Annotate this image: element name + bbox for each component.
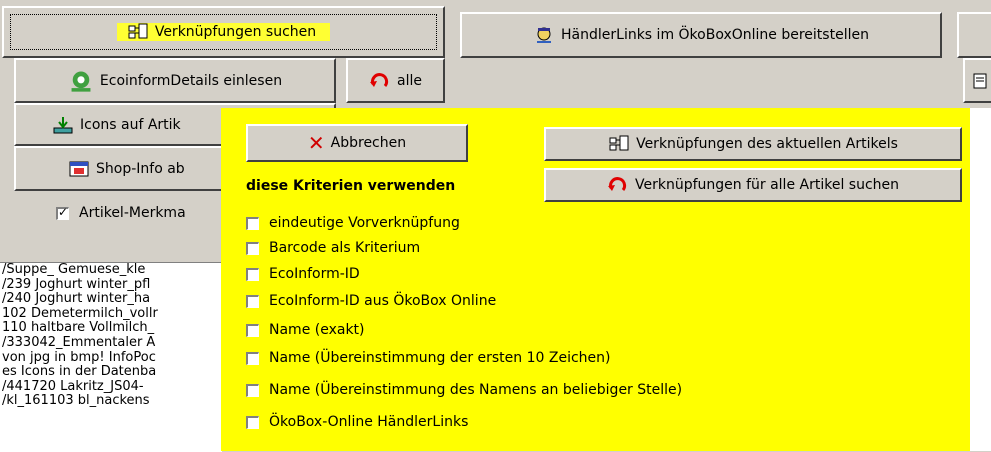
list-item: /441720 Lakritz_JS04-	[0, 380, 222, 395]
criterion-row[interactable]: EcoInform-ID aus ÖkoBox Online	[246, 293, 496, 309]
criterion-checkbox[interactable]	[246, 352, 259, 365]
list-item: 102 Demetermilch_vollr	[0, 307, 222, 322]
current-article-links-button[interactable]: Verknüpfungen des aktuellen Artikels	[544, 127, 962, 161]
criteria-heading: diese Kriterien verwenden	[246, 178, 455, 194]
right-edge-button[interactable]	[957, 12, 991, 58]
search-links-button[interactable]: Verknüpfungen suchen	[2, 6, 445, 58]
criterion-row[interactable]: Name (Übereinstimmung des Namens an beli…	[246, 382, 682, 398]
document-icon	[970, 72, 991, 90]
criterion-row[interactable]: Name (Übereinstimmung der ersten 10 Zeic…	[246, 350, 611, 366]
criterion-checkbox[interactable]	[246, 324, 259, 337]
list-item: 110 haltbare Vollmilch_	[0, 321, 222, 336]
article-feature-label: Artikel-Merkma	[79, 205, 186, 221]
log-list[interactable]: /Suppe_ Gemuese_kle /239 Joghurt winter_…	[0, 262, 222, 452]
alle-label: alle	[397, 73, 422, 89]
criterion-label: Barcode als Kriterium	[269, 240, 420, 256]
cancel-x-icon: ✕	[308, 134, 325, 152]
criterion-label: Name (Übereinstimmung des Namens an beli…	[269, 382, 682, 398]
search-links-highlight: Verknüpfungen suchen	[117, 23, 330, 41]
article-feature-checkbox[interactable]	[56, 207, 69, 220]
criterion-checkbox[interactable]	[246, 295, 259, 308]
criterion-row[interactable]: EcoInform-ID	[246, 266, 360, 282]
criterion-row[interactable]: Barcode als Kriterium	[246, 240, 420, 256]
right-blank-strip	[970, 108, 991, 451]
current-article-links-label: Verknüpfungen des aktuellen Artikels	[636, 136, 898, 152]
criterion-row[interactable]: Name (exakt)	[246, 322, 365, 338]
criterion-checkbox[interactable]	[246, 268, 259, 281]
links-icon	[608, 135, 630, 153]
dealer-links-label: HändlerLinks im ÖkoBoxOnline bereitstell…	[561, 27, 869, 43]
article-feature-checkbox-row[interactable]: Artikel-Merkma	[56, 205, 186, 221]
criterion-checkbox[interactable]	[246, 217, 259, 230]
criterion-label: eindeutige Vorverknüpfung	[269, 215, 460, 231]
list-item: von jpg in bmp! InfoPoc	[0, 351, 222, 366]
document-button[interactable]	[963, 58, 991, 103]
shop-info-icon	[68, 160, 90, 178]
list-item: /Suppe_ Gemuese_kle	[0, 263, 222, 278]
shop-info-label: Shop-Info ab	[96, 161, 185, 177]
criterion-row[interactable]: ÖkoBox-Online HändlerLinks	[246, 414, 468, 430]
icons-on-article-label: Icons auf Artik	[80, 117, 181, 133]
list-item: /333042_Emmentaler A	[0, 336, 222, 351]
dealer-links-button[interactable]: HändlerLinks im ÖkoBoxOnline bereitstell…	[460, 12, 942, 58]
criterion-row[interactable]: eindeutige Vorverknüpfung	[246, 215, 460, 231]
criterion-label: ÖkoBox-Online HändlerLinks	[269, 414, 468, 430]
criterion-checkbox[interactable]	[246, 384, 259, 397]
criterion-checkbox[interactable]	[246, 416, 259, 429]
criterion-label: Name (exakt)	[269, 322, 365, 338]
download-icon	[52, 116, 74, 134]
refresh-red-icon	[369, 72, 391, 90]
list-item: /kl_161103 bl_nackens	[0, 394, 222, 409]
criterion-label: EcoInform-ID aus ÖkoBox Online	[269, 293, 496, 309]
cancel-button[interactable]: ✕ Abbrechen	[246, 124, 468, 162]
all-articles-links-button[interactable]: Verknüpfungen für alle Artikel suchen	[544, 168, 962, 202]
ecoinform-details-button[interactable]: EcoinformDetails einlesen	[14, 58, 336, 103]
ecoinform-details-label: EcoinformDetails einlesen	[100, 73, 282, 89]
cancel-label: Abbrechen	[331, 135, 406, 151]
all-articles-links-label: Verknüpfungen für alle Artikel suchen	[635, 177, 899, 193]
search-links-label: Verknüpfungen suchen	[155, 24, 316, 40]
criterion-label: Name (Übereinstimmung der ersten 10 Zeic…	[269, 350, 611, 366]
list-item: /239 Joghurt winter_pfl	[0, 278, 222, 293]
criterion-label: EcoInform-ID	[269, 266, 360, 282]
list-item: es Icons in der Datenba	[0, 365, 222, 380]
ecoinform-logo-icon	[68, 69, 94, 93]
dealer-icon	[533, 26, 555, 44]
alle-button[interactable]: alle	[346, 58, 445, 103]
links-icon	[127, 23, 149, 41]
criterion-checkbox[interactable]	[246, 242, 259, 255]
refresh-red-icon	[607, 176, 629, 194]
list-item: /240 Joghurt winter_ha	[0, 292, 222, 307]
